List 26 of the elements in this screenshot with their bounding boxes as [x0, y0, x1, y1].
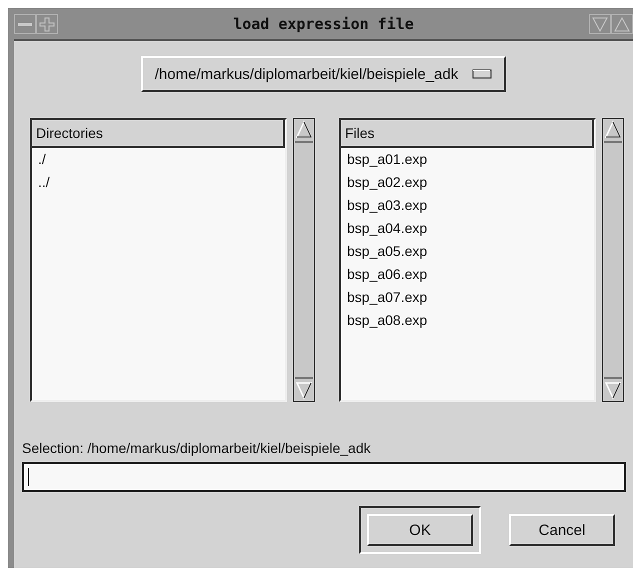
text-cursor — [28, 468, 29, 486]
list-item[interactable]: bsp_a01.exp — [341, 148, 594, 171]
scroll-bar[interactable] — [293, 118, 315, 402]
list-item[interactable]: bsp_a03.exp — [341, 194, 594, 217]
list-item[interactable]: bsp_a05.exp — [341, 240, 594, 263]
dialog-button[interactable]: OK — [367, 514, 473, 546]
scroll-down-icon[interactable] — [295, 377, 313, 401]
list-header: Files — [341, 120, 594, 148]
list-item[interactable]: bsp_a04.exp — [341, 217, 594, 240]
list-item[interactable]: ../ — [32, 171, 285, 194]
scroll-down-icon[interactable] — [604, 377, 622, 401]
list-item[interactable]: ./ — [32, 148, 285, 171]
option-menu-icon — [472, 69, 492, 79]
selection-field[interactable] — [22, 462, 626, 492]
list-item[interactable]: bsp_a08.exp — [341, 309, 594, 332]
dialog-button[interactable]: Cancel — [509, 514, 615, 546]
list-item[interactable]: bsp_a02.exp — [341, 171, 594, 194]
list-item[interactable]: bsp_a06.exp — [341, 263, 594, 286]
path-dropdown[interactable]: /home/markus/diplomarbeit/kiel/beispiele_adk — [140, 56, 506, 92]
list-item[interactable]: bsp_a07.exp — [341, 286, 594, 309]
selection-label: Selection: /home/markus/diplomarbeit/kiel/beispiele_adk — [22, 440, 372, 456]
list-header: Directories — [32, 120, 285, 148]
window-title: load expression file — [233, 15, 414, 33]
scroll-up-icon[interactable] — [604, 119, 622, 143]
scroll-bar[interactable] — [602, 118, 624, 402]
scroll-up-icon[interactable] — [295, 119, 313, 143]
